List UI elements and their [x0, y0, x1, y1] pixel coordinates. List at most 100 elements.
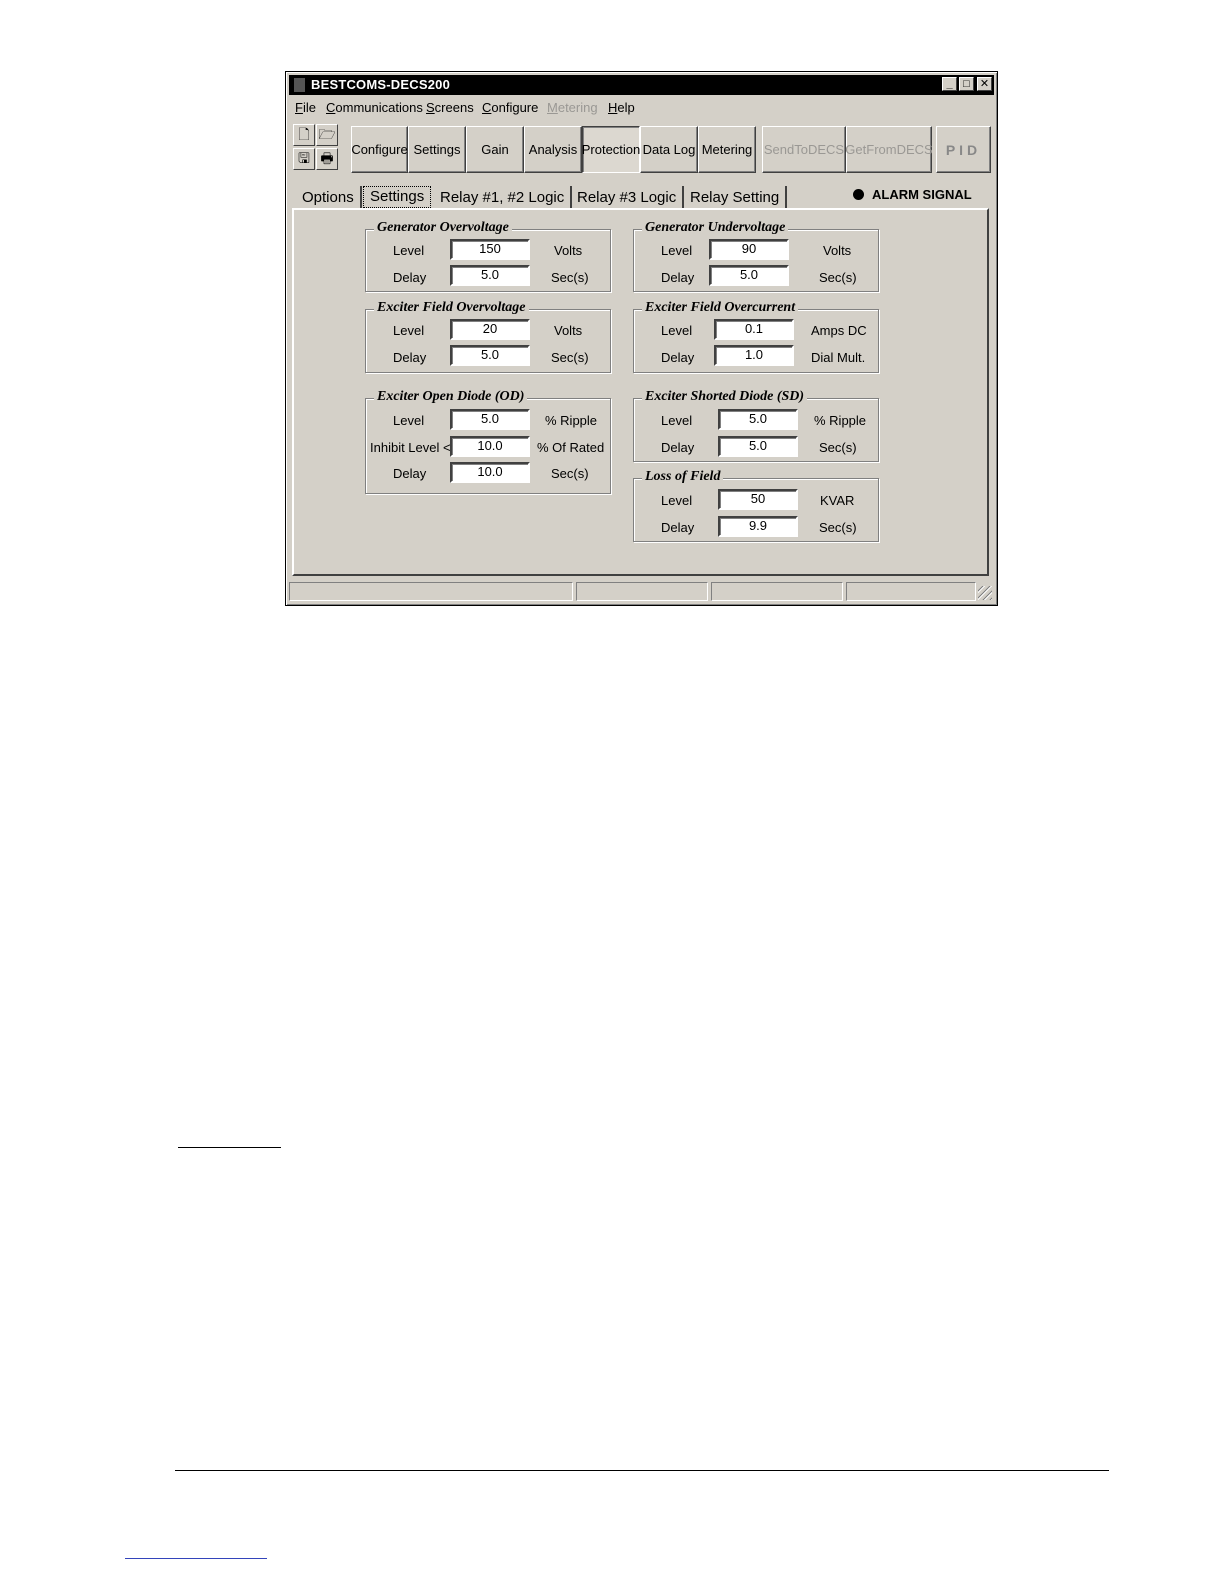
resize-grip-icon[interactable]	[978, 586, 992, 600]
group-title: Exciter Open Diode (OD)	[374, 389, 528, 405]
data-log-button[interactable]: Data Log	[640, 126, 698, 173]
delay-label: Delay	[661, 270, 695, 285]
group-generator-overvoltage: Generator Overvoltage Level 150 Volts De…	[365, 220, 611, 292]
menu-metering: Metering	[547, 100, 598, 115]
group-exciter-shorted-diode: Exciter Shorted Diode (SD) Level 5.0 % R…	[633, 389, 879, 462]
level-label: Level	[393, 243, 425, 258]
level-unit: Volts	[554, 323, 583, 338]
footer-rule	[175, 1470, 1109, 1471]
settings-button[interactable]: Settings	[408, 126, 466, 173]
status-pane-1	[289, 582, 573, 601]
menu-help[interactable]: Help	[608, 100, 635, 115]
exc-ov-delay-input[interactable]: 5.0	[450, 345, 530, 366]
minimize-button[interactable]: _	[942, 77, 957, 91]
delay-unit: Sec(s)	[819, 520, 857, 535]
exc-od-level-input[interactable]: 5.0	[450, 409, 530, 430]
delay-label: Delay	[661, 440, 695, 455]
tab-relay-1-2-logic[interactable]: Relay #1, #2 Logic	[434, 186, 573, 210]
inhibit-unit: % Of Rated	[537, 440, 605, 455]
send-to-decs-button[interactable]: SendToDECS	[762, 126, 846, 173]
metering-button[interactable]: Metering	[698, 126, 756, 173]
level-label: Level	[393, 323, 425, 338]
status-pane-2	[576, 582, 708, 601]
title-bar[interactable]: BESTCOMS-DECS200 _ □ ✕	[289, 75, 994, 95]
protection-button[interactable]: Protection	[582, 126, 640, 173]
delay-label: Delay	[393, 466, 427, 481]
delay-unit: Sec(s)	[819, 440, 857, 455]
exc-oc-delay-input[interactable]: 1.0	[714, 345, 794, 366]
close-button[interactable]: ✕	[977, 77, 992, 91]
group-title: Generator Overvoltage	[374, 220, 512, 236]
group-title: Loss of Field	[642, 469, 724, 485]
gen-uv-level-input[interactable]: 90	[709, 239, 789, 260]
menu-communications[interactable]: Communications	[326, 100, 423, 115]
gen-ov-delay-input[interactable]: 5.0	[450, 265, 530, 286]
group-title: Exciter Field Overcurrent	[642, 300, 799, 316]
group-loss-of-field: Loss of Field Level 50 KVAR Delay 9.9 Se…	[633, 469, 879, 542]
exc-ov-level-input[interactable]: 20	[450, 319, 530, 340]
level-unit: KVAR	[820, 493, 855, 508]
print-icon[interactable]: 🖶	[316, 148, 338, 170]
lof-delay-input[interactable]: 9.9	[718, 516, 798, 537]
level-unit: Volts	[554, 243, 583, 258]
delay-label: Delay	[661, 350, 695, 365]
group-title: Exciter Field Overvoltage	[374, 300, 529, 316]
group-exciter-open-diode: Exciter Open Diode (OD) Level 5.0 % Ripp…	[365, 389, 611, 494]
gain-button[interactable]: Gain	[466, 126, 524, 173]
app-icon	[294, 78, 305, 92]
menu-file[interactable]: File	[295, 100, 316, 115]
window-title: BESTCOMS-DECS200	[311, 77, 451, 92]
delay-unit: Sec(s)	[551, 270, 589, 285]
pid-button[interactable]: PID	[936, 126, 991, 173]
status-pane-3	[711, 582, 843, 601]
tab-settings[interactable]: Settings	[363, 186, 432, 208]
delay-label: Delay	[393, 270, 427, 285]
settings-panel: Generator Overvoltage Level 150 Volts De…	[292, 208, 989, 576]
open-folder-icon[interactable]: 🗁	[316, 124, 338, 146]
level-label: Level	[393, 413, 425, 428]
exc-sd-level-input[interactable]: 5.0	[718, 409, 798, 430]
maximize-button[interactable]: □	[959, 77, 974, 91]
configure-button[interactable]: Configure	[351, 126, 408, 173]
level-label: Level	[661, 323, 693, 338]
exc-od-inhibit-input[interactable]: 10.0	[450, 436, 530, 457]
level-unit: Volts	[823, 243, 852, 258]
menu-configure[interactable]: Configure	[482, 100, 538, 115]
level-unit: % Ripple	[814, 413, 867, 428]
alarm-indicator: ALARM SIGNAL	[853, 187, 972, 202]
inhibit-label: Inhibit Level <	[370, 440, 451, 455]
level-unit: % Ripple	[545, 413, 598, 428]
toolbar: 🗋 🗁 🖫 🖶 Configure Settings Gain Analysis…	[292, 123, 991, 175]
level-label: Level	[661, 413, 693, 428]
get-from-decs-button[interactable]: GetFromDECS	[845, 126, 933, 173]
group-exciter-field-overvoltage: Exciter Field Overvoltage Level 20 Volts…	[365, 300, 611, 373]
delay-unit: Sec(s)	[819, 270, 857, 285]
level-unit: Amps DC	[811, 323, 867, 338]
group-title: Exciter Shorted Diode (SD)	[642, 389, 808, 405]
analysis-button[interactable]: Analysis	[524, 126, 582, 173]
alarm-led-icon	[853, 189, 864, 200]
status-pane-4	[846, 582, 976, 601]
delay-unit: Sec(s)	[551, 350, 589, 365]
footnote-rule	[178, 1147, 281, 1148]
exc-oc-level-input[interactable]: 0.1	[714, 319, 794, 340]
group-title: Generator Undervoltage	[642, 220, 789, 236]
group-exciter-field-overcurrent: Exciter Field Overcurrent Level 0.1 Amps…	[633, 300, 879, 373]
footer-link-underline	[125, 1558, 267, 1559]
gen-ov-level-input[interactable]: 150	[450, 239, 530, 260]
exc-od-delay-input[interactable]: 10.0	[450, 462, 530, 483]
status-bar	[289, 582, 994, 602]
new-file-icon[interactable]: 🗋	[293, 124, 315, 146]
menu-bar: File Communications Screens Configure Me…	[289, 98, 994, 118]
tab-relay-setting[interactable]: Relay Setting	[684, 186, 788, 210]
delay-unit: Dial Mult.	[811, 350, 866, 365]
app-window: BESTCOMS-DECS200 _ □ ✕ File Communicatio…	[285, 71, 998, 606]
tab-relay-3-logic[interactable]: Relay #3 Logic	[571, 186, 685, 210]
delay-label: Delay	[661, 520, 695, 535]
menu-screens[interactable]: Screens	[426, 100, 474, 115]
save-disk-icon[interactable]: 🖫	[293, 148, 315, 170]
gen-uv-delay-input[interactable]: 5.0	[709, 265, 789, 286]
tab-options[interactable]: Options	[296, 186, 362, 210]
lof-level-input[interactable]: 50	[718, 489, 798, 510]
exc-sd-delay-input[interactable]: 5.0	[718, 436, 798, 457]
